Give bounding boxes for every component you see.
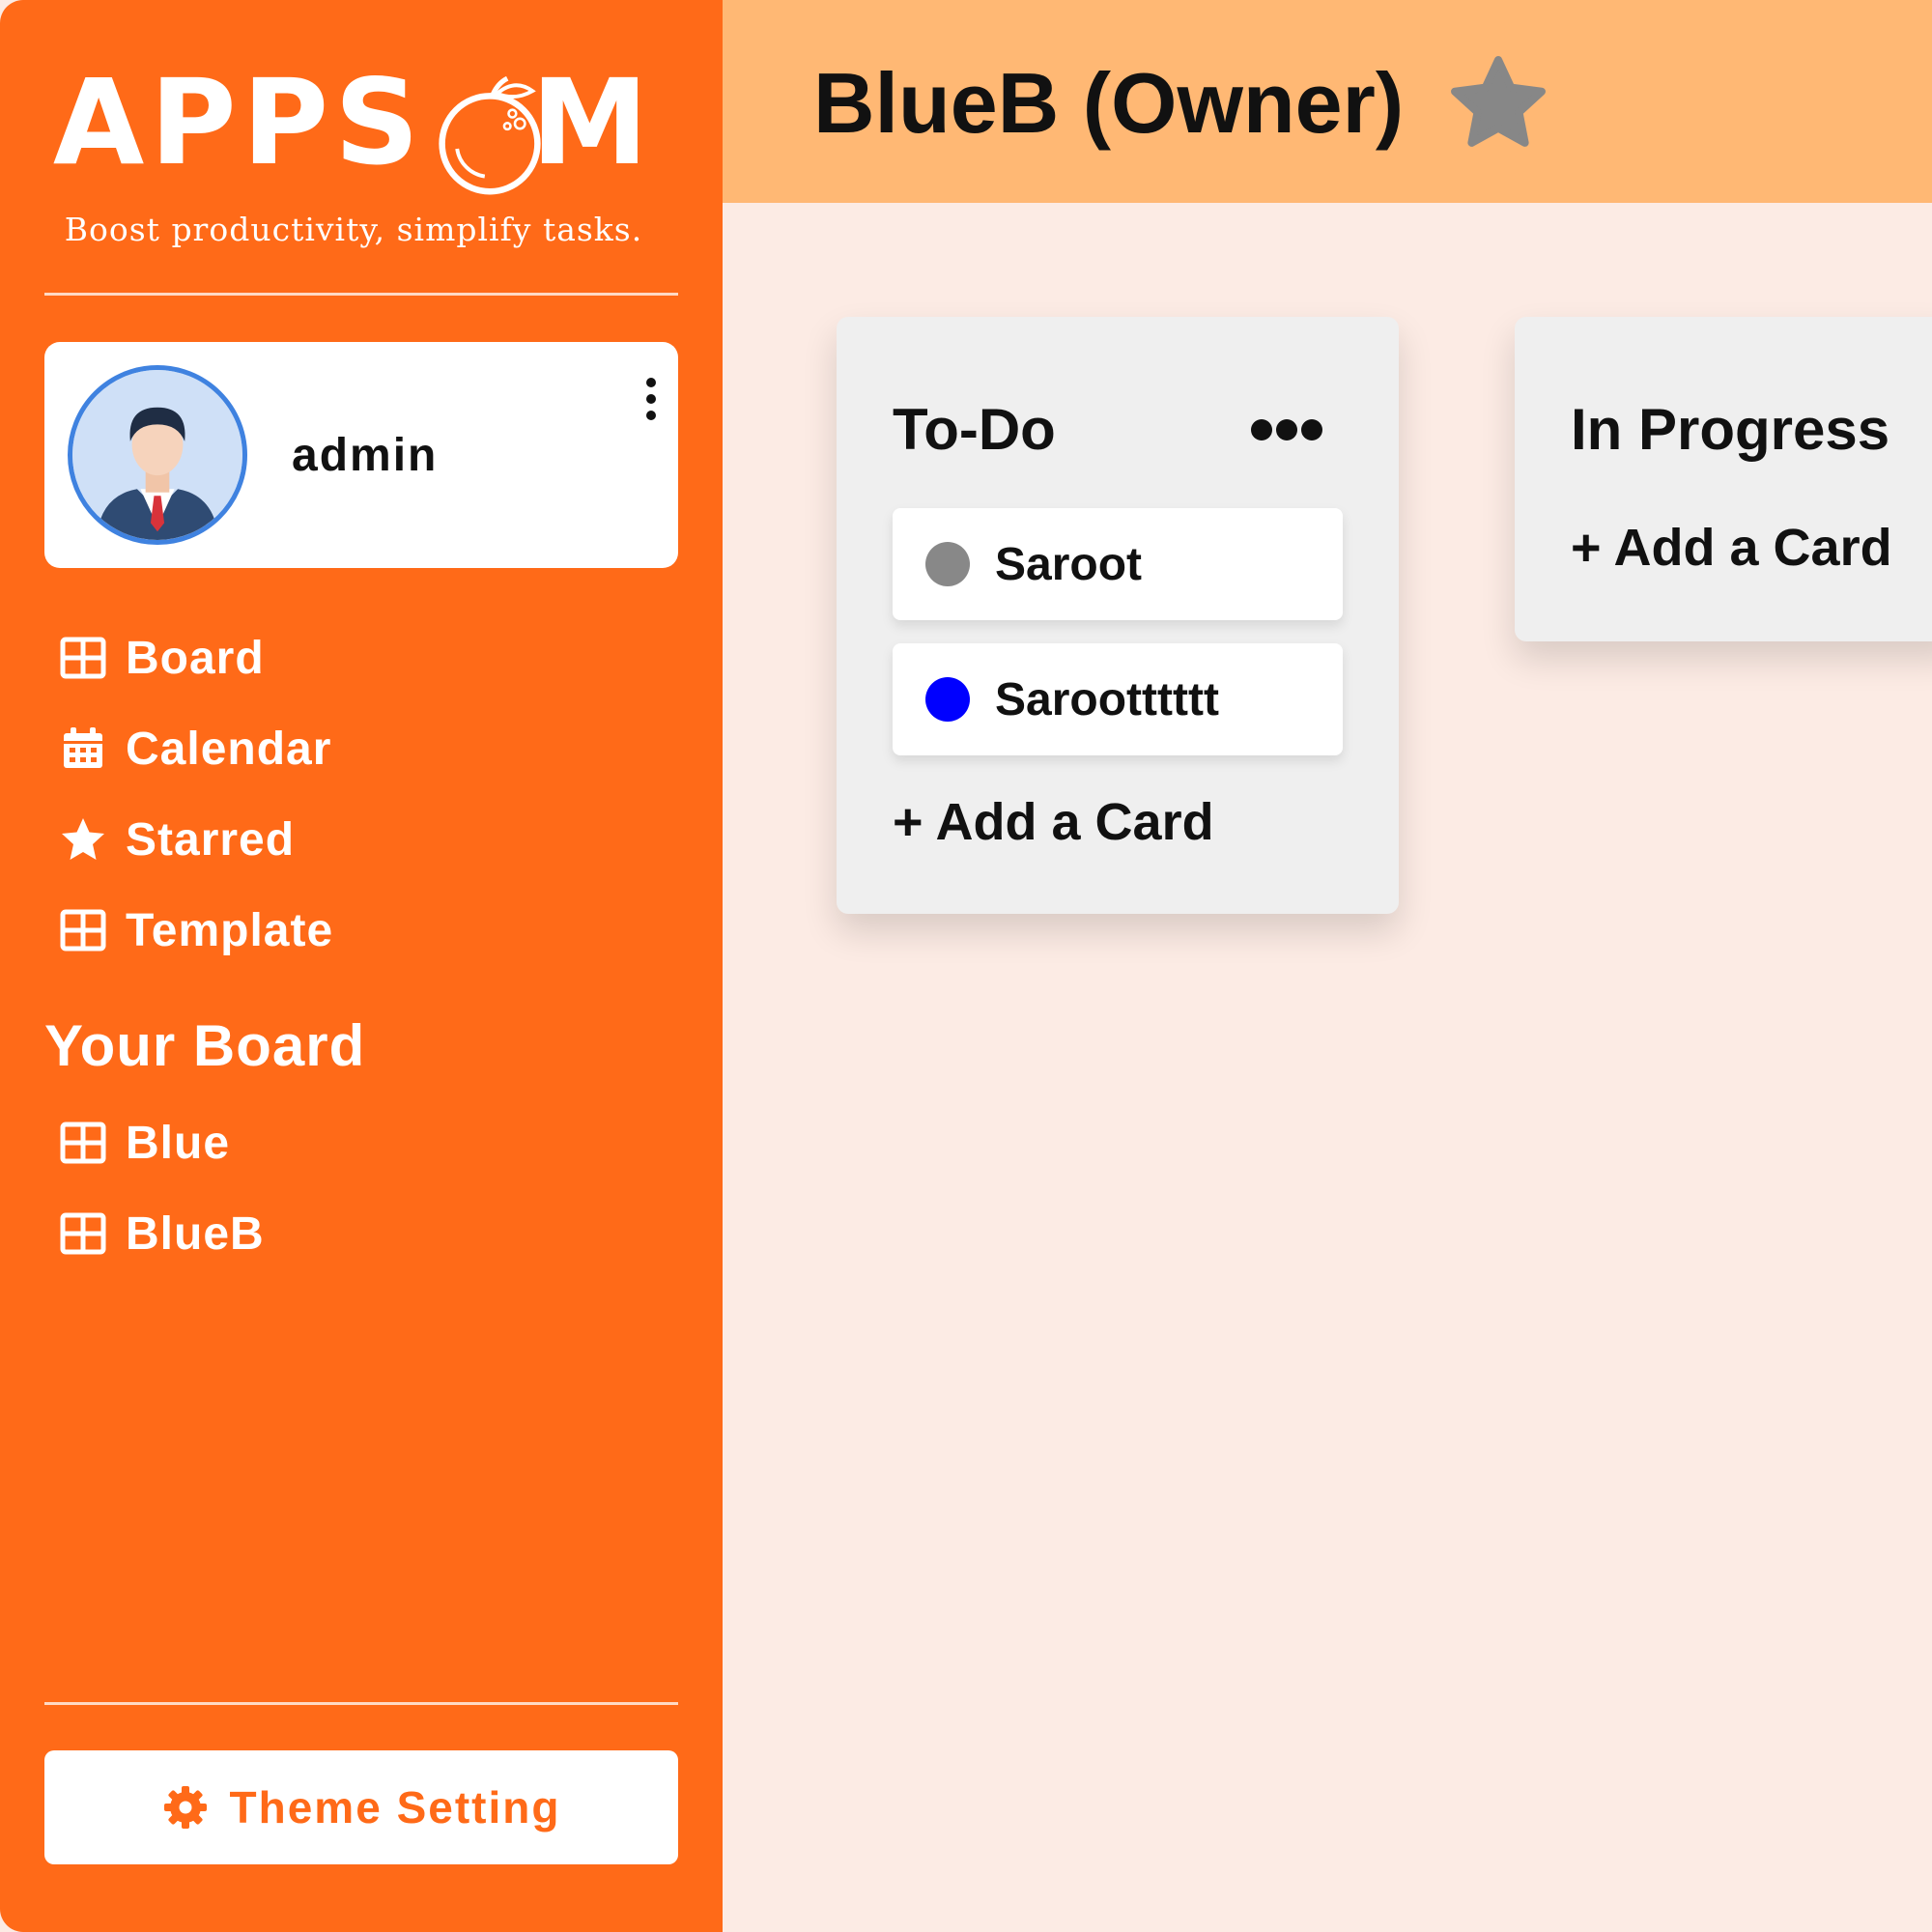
calendar-icon [64, 727, 102, 768]
star-icon[interactable] [1449, 54, 1548, 153]
card-color-dot [925, 677, 970, 722]
sidebar-item-label: Template [126, 904, 334, 956]
grid-icon [60, 1212, 106, 1255]
sidebar-item-calendar[interactable]: Calendar [60, 703, 333, 794]
card-title: Sarootttttt [995, 673, 1219, 725]
grid-icon [60, 909, 106, 952]
board-header: BlueB (Owner) [723, 0, 1932, 203]
sidebar-item-blueb[interactable]: BlueB [60, 1188, 265, 1279]
sidebar-divider [44, 293, 678, 296]
gear-icon [163, 1786, 207, 1829]
user-avatar-icon [72, 370, 242, 540]
card-item[interactable]: Saroot [893, 508, 1343, 620]
board-title: BlueB (Owner) [813, 55, 1405, 151]
app-logo[interactable]: APPSOM Boost productivity, simplify task… [44, 64, 663, 248]
orange-logo-icon [439, 75, 541, 195]
sidebar-nav: Board Calendar Starred Template [60, 612, 333, 976]
sidebar-divider [44, 1702, 678, 1705]
sidebar-item-label: Board [126, 632, 265, 684]
sidebar: APPSOM Boost productivity, simplify task… [0, 0, 723, 1932]
list-title: In Progress [1571, 397, 1890, 462]
sidebar-item-board[interactable]: Board [60, 612, 333, 703]
list-in-progress: In Progress + Add a Card [1515, 317, 1932, 641]
profile-name: admin [292, 430, 439, 481]
list-title: To-Do [893, 397, 1056, 462]
vertical-dots-icon[interactable] [641, 375, 661, 423]
sidebar-item-starred[interactable]: Starred [60, 794, 333, 885]
sidebar-item-label: BlueB [126, 1208, 265, 1260]
sidebar-item-label: Blue [126, 1117, 231, 1169]
your-board-list: Blue BlueB [60, 1097, 265, 1279]
add-card-button[interactable]: + Add a Card [893, 792, 1214, 852]
logo-title: APPSOM [53, 64, 654, 195]
sidebar-item-label: Calendar [126, 723, 332, 775]
your-board-heading: Your Board [44, 1013, 366, 1078]
card-title: Saroot [995, 538, 1143, 590]
sidebar-item-label: Starred [126, 813, 296, 866]
add-card-button[interactable]: + Add a Card [1571, 518, 1892, 578]
theme-setting-label: Theme Setting [229, 1782, 561, 1833]
list-todo: To-Do Saroot Sarootttttt + Add a Card [837, 317, 1399, 914]
profile-card[interactable]: admin [44, 342, 678, 568]
sidebar-item-template[interactable]: Template [60, 885, 333, 976]
star-icon [62, 818, 104, 860]
logo-tagline: Boost productivity, simplify tasks. [64, 211, 643, 248]
card-color-dot [925, 542, 970, 586]
more-options-icon[interactable] [1250, 413, 1323, 446]
avatar[interactable] [68, 365, 247, 545]
grid-icon [60, 1122, 106, 1164]
sidebar-item-blue[interactable]: Blue [60, 1097, 265, 1188]
grid-icon [60, 637, 106, 679]
card-item[interactable]: Sarootttttt [893, 643, 1343, 755]
theme-setting-button[interactable]: Theme Setting [44, 1750, 678, 1864]
